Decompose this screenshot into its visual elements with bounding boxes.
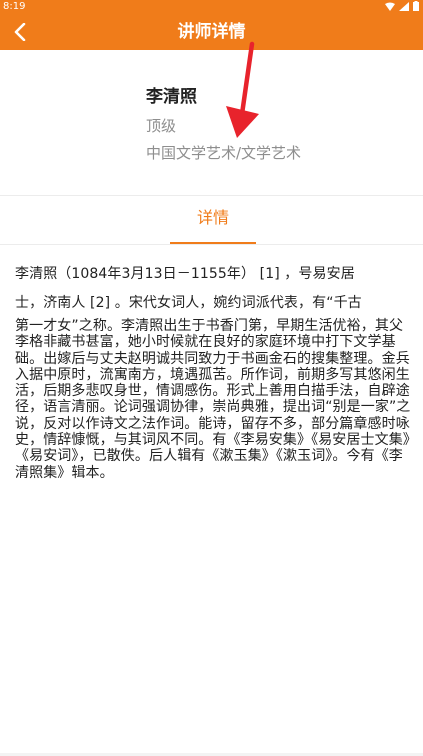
detail-lead-line: 李清照（1084年3月13日－1155年） [1] ，号易安居 (15, 266, 355, 282)
lecturer-rank: 顶级 (146, 117, 177, 135)
signal-icon (399, 1, 409, 11)
page-title: 讲师详情 (177, 22, 246, 42)
detail-lead-line: 士，济南人 [2] 。宋代女词人，婉约词派代表，有“千古 (15, 295, 362, 311)
lecturer-profile: 李清照 顶级 中国文学艺术/文学艺术 (0, 50, 423, 195)
detail-content: 李清照（1084年3月13日－1155年） [1] ，号易安居 士，济南人 [2… (15, 260, 411, 481)
lecturer-name: 李清照 (146, 87, 197, 107)
annotation-arrow-icon (226, 41, 259, 138)
detail-body-text: 第一才女”之称。李清照出生于书香门第，早期生活优裕，其父李格非藏书甚富，她小时候… (15, 318, 411, 481)
tab-bar: 详情 (0, 196, 423, 244)
status-time: 8:19 (3, 1, 26, 12)
tab-detail[interactable]: 详情 (170, 196, 256, 244)
status-bar: 8:19 (0, 0, 423, 14)
app-bar: 讲师详情 (0, 14, 423, 50)
status-icons (385, 1, 419, 11)
tab-detail-label: 详情 (196, 208, 229, 227)
tab-divider (0, 244, 423, 245)
battery-icon (413, 1, 419, 11)
wifi-icon (385, 2, 395, 11)
